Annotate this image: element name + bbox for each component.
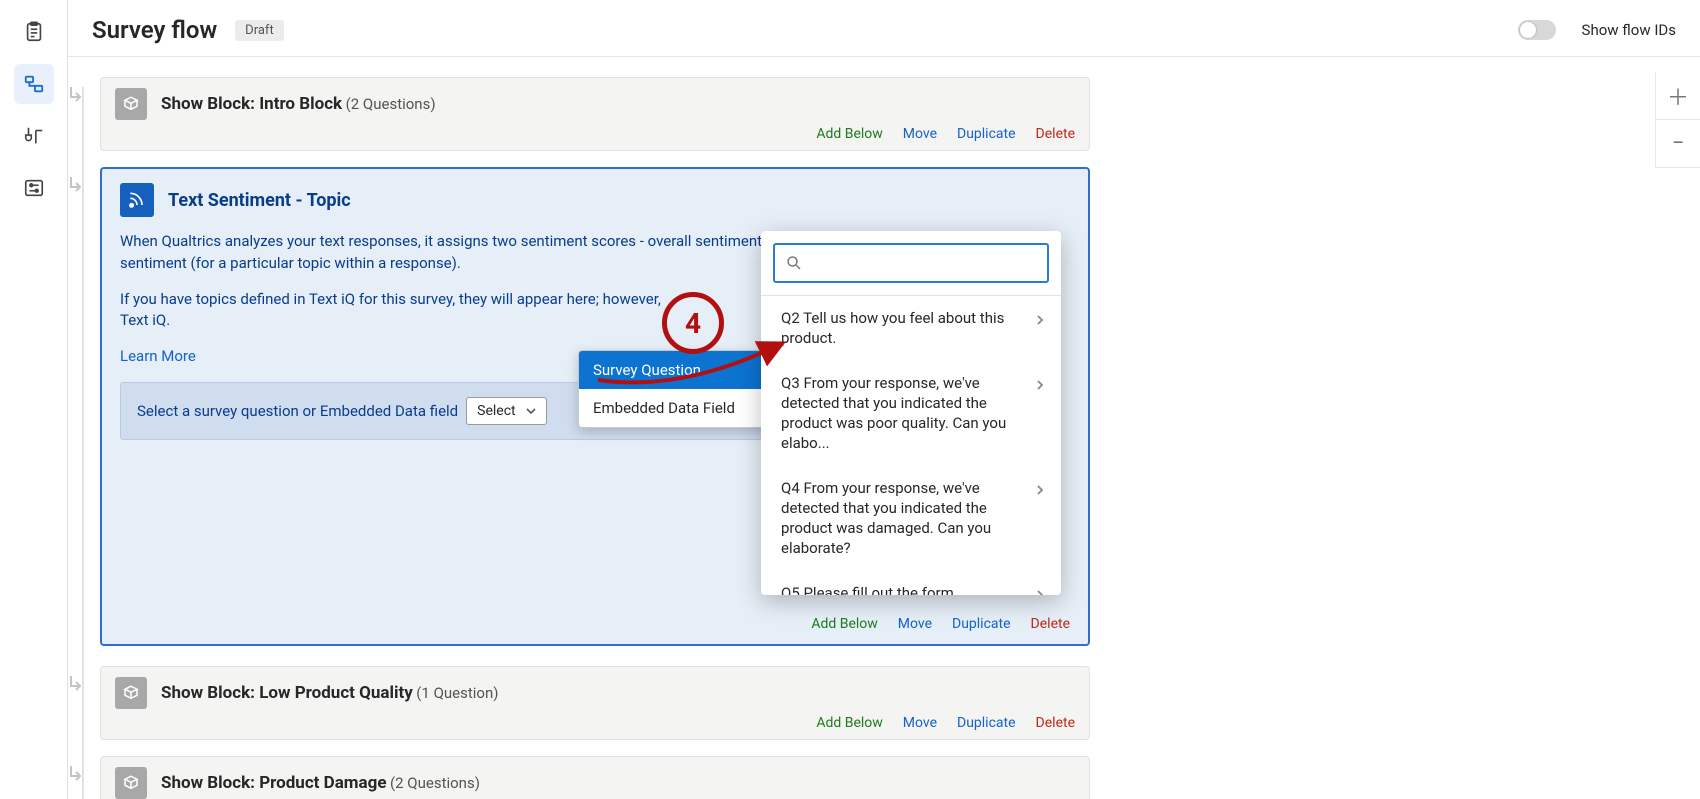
block-sub: (1 Question) [416,684,498,702]
question-option[interactable]: Q3 From your response, we've detected th… [761,361,1061,466]
learn-more-link[interactable]: Learn More [120,346,196,368]
nav-options-icon[interactable] [14,168,54,208]
block-sub: (2 Questions) [346,95,436,113]
nav-survey-icon[interactable] [14,12,54,52]
question-option[interactable]: Q5 Please fill out the form. [761,571,1061,596]
page-title: Survey flow [92,16,217,44]
add-below-button[interactable]: Add Below [816,715,882,731]
select-dropdown-button[interactable]: Select [466,397,546,425]
block-name: Low Product Quality [259,683,413,703]
block-prefix: Show Block: [161,683,259,703]
block-sub: (2 Questions) [390,774,480,792]
add-below-button[interactable]: Add Below [811,616,877,632]
chevron-right-icon [1035,310,1045,330]
block-prefix: Show Block: [161,773,259,793]
zoom-controls: ＋ − [1655,72,1700,168]
duplicate-button[interactable]: Duplicate [957,126,1016,142]
question-list: Q2 Tell us how you feel about this produ… [761,295,1061,595]
move-button[interactable]: Move [898,616,932,632]
show-flow-ids-label: Show flow IDs [1582,21,1676,39]
delete-button[interactable]: Delete [1031,616,1070,632]
delete-button[interactable]: Delete [1036,715,1075,731]
question-option[interactable]: Q2 Tell us how you feel about this produ… [761,296,1061,361]
chevron-down-icon [526,406,536,416]
text-sentiment-icon [120,183,154,217]
left-nav-rail [0,0,68,799]
chevron-right-icon [1035,375,1045,395]
block-name: Intro Block [259,94,342,114]
zoom-out-button[interactable]: − [1656,120,1700,168]
connector-arrow-icon [70,676,84,700]
nav-look-feel-icon[interactable] [14,116,54,156]
annotation-step-number: 4 [662,292,724,354]
nav-flow-icon[interactable] [14,64,54,104]
block-name: Product Damage [259,773,386,793]
block-cube-icon [115,677,147,709]
main-panel: Survey flow Draft Show flow IDs [68,0,1700,799]
move-button[interactable]: Move [903,126,937,142]
move-button[interactable]: Move [903,715,937,731]
duplicate-button[interactable]: Duplicate [952,616,1011,632]
status-badge: Draft [235,20,284,41]
flow-block-intro[interactable]: Show Block: Intro Block (2 Questions) Ad… [100,77,1090,151]
zoom-in-button[interactable]: ＋ [1656,72,1700,120]
flow-block-low-quality[interactable]: Show Block: Low Product Quality (1 Quest… [100,666,1090,740]
question-search-input[interactable] [811,255,1037,272]
search-icon [785,254,803,272]
connector-arrow-icon [70,177,84,201]
add-below-button[interactable]: Add Below [816,126,882,142]
question-search [761,231,1061,295]
topbar: Survey flow Draft Show flow IDs [68,0,1700,56]
chevron-right-icon [1035,480,1045,500]
text-sentiment-title: Text Sentiment - Topic [168,190,351,211]
show-flow-ids-toggle[interactable] [1518,20,1556,40]
chevron-right-icon [1035,585,1045,596]
block-cube-icon [115,88,147,120]
flow-block-product-damage[interactable]: Show Block: Product Damage (2 Questions)… [100,756,1090,799]
question-picker-popover: Q2 Tell us how you feel about this produ… [761,231,1061,595]
question-option[interactable]: Q4 From your response, we've detected th… [761,466,1061,571]
block-cube-icon [115,767,147,799]
connector-arrow-icon [70,766,84,790]
selector-label: Select a survey question or Embedded Dat… [137,402,458,420]
duplicate-button[interactable]: Duplicate [957,715,1016,731]
delete-button[interactable]: Delete [1036,126,1075,142]
connector-arrow-icon [70,87,84,111]
block-prefix: Show Block: [161,94,259,114]
